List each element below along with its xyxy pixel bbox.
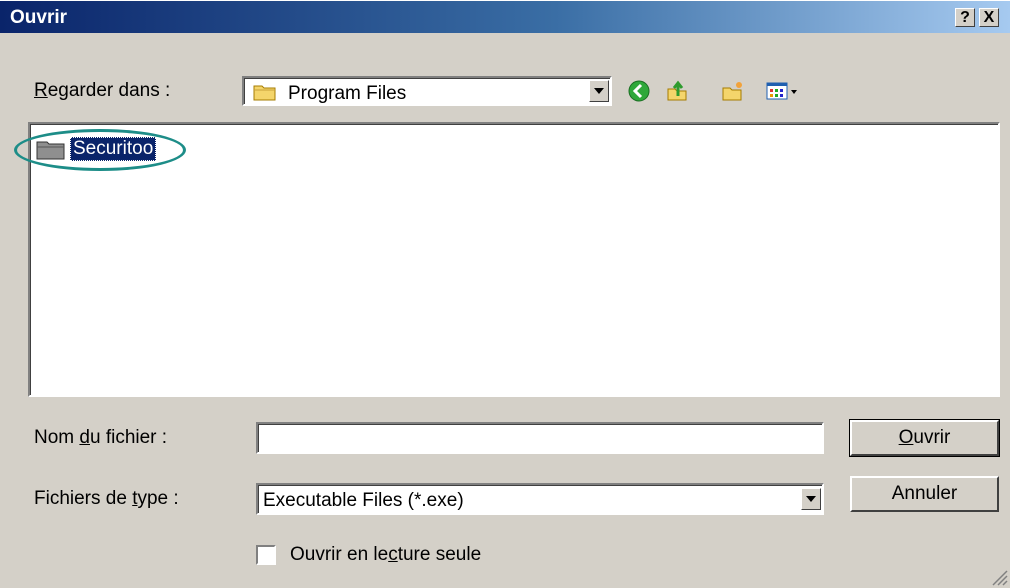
file-type-value: Executable Files (*.exe) — [263, 490, 464, 511]
open-button[interactable]: Ouvrir — [849, 419, 1000, 457]
read-only-checkbox[interactable] — [256, 545, 276, 565]
file-type-dropdown-arrow[interactable] — [801, 488, 821, 510]
file-type-label: Fichiers de type : — [34, 488, 179, 509]
look-in-dropdown[interactable]: Program Files — [242, 76, 612, 106]
cancel-button[interactable]: Annuler — [850, 476, 999, 512]
title-bar[interactable]: Ouvrir ? X — [0, 0, 1010, 33]
file-type-dropdown[interactable]: Executable Files (*.exe) — [256, 483, 824, 515]
resize-grip-icon[interactable] — [990, 568, 1008, 586]
folder-icon — [253, 85, 276, 101]
look-in-label: Regarder dans : — [34, 80, 171, 101]
look-in-dropdown-arrow[interactable] — [589, 80, 609, 102]
close-button[interactable]: X — [979, 8, 999, 27]
new-folder-icon[interactable] — [722, 80, 744, 102]
file-list[interactable] — [28, 122, 1000, 397]
file-name-input[interactable] — [256, 422, 824, 454]
view-menu-icon[interactable] — [766, 80, 800, 102]
file-name-label: Nom du fichier : — [34, 427, 168, 448]
read-only-label[interactable]: Ouvrir en lecture seule — [290, 544, 481, 566]
look-in-value: Program Files — [288, 83, 407, 104]
up-folder-icon[interactable] — [666, 80, 688, 102]
highlight-ellipse — [14, 129, 186, 171]
back-icon[interactable] — [628, 80, 650, 102]
window-title: Ouvrir — [10, 7, 68, 28]
help-button[interactable]: ? — [955, 8, 975, 27]
